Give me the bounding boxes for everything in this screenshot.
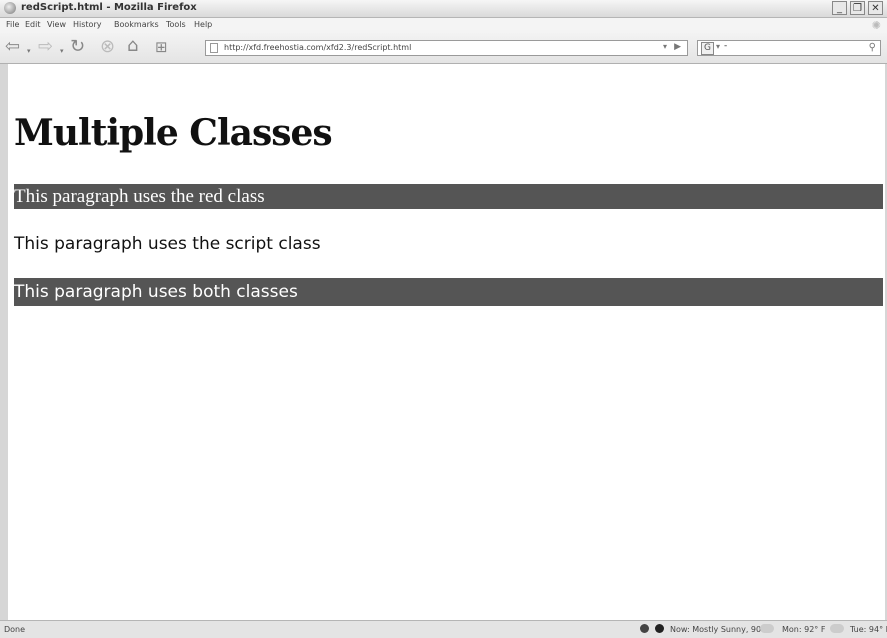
forward-icon[interactable]: ⇨ (38, 38, 53, 56)
menu-tools[interactable]: Tools (166, 20, 186, 29)
back-dropdown-icon[interactable]: ▾ (27, 47, 31, 55)
menu-edit[interactable]: Edit (25, 20, 41, 29)
search-engine-dropdown-icon[interactable]: ▾ (716, 42, 720, 51)
search-icon[interactable]: ⚲ (869, 42, 876, 53)
weather-mon: Mon: 92° F (782, 625, 826, 634)
navigation-toolbar: ⇦ ▾ ⇨ ▾ ↻ ⊗ ⌂ ⊞ http://xfd.freehostia.co… (0, 33, 887, 64)
address-bar[interactable]: http://xfd.freehostia.com/xfd2.3/redScri… (205, 40, 688, 56)
status-text: Done (4, 625, 26, 634)
paragraph-red: This paragraph uses the red class (14, 184, 883, 209)
paragraph-script: This paragraph uses the script class (14, 234, 321, 254)
maximize-button[interactable]: ❐ (850, 1, 865, 15)
back-icon[interactable]: ⇦ (5, 38, 20, 56)
search-engine-icon[interactable]: G (701, 42, 714, 55)
page-content: Multiple Classes This paragraph uses the… (8, 64, 885, 620)
new-tab-icon[interactable]: ⊞ (155, 38, 168, 56)
status-addon-icon[interactable] (640, 624, 649, 633)
weather-mon-icon (830, 624, 844, 633)
page-icon (210, 43, 218, 53)
search-bar[interactable]: G ▾ - ⚲ (697, 40, 881, 56)
weather-tue: Tue: 94° F (850, 625, 887, 634)
weather-now: Now: Mostly Sunny, 90° F (670, 625, 773, 634)
menu-help[interactable]: Help (194, 20, 212, 29)
forward-dropdown-icon[interactable]: ▾ (60, 47, 64, 55)
window-title: redScript.html - Mozilla Firefox (21, 2, 197, 13)
minimize-button[interactable]: _ (832, 1, 847, 15)
paragraph-both: This paragraph uses both classes (14, 278, 883, 306)
reload-icon[interactable]: ↻ (70, 38, 85, 56)
menu-file[interactable]: File (6, 20, 19, 29)
menu-view[interactable]: View (47, 20, 66, 29)
stop-icon[interactable]: ⊗ (100, 38, 115, 56)
url-dropdown-icon[interactable]: ▾ (663, 42, 667, 51)
url-text[interactable]: http://xfd.freehostia.com/xfd2.3/redScri… (224, 43, 411, 52)
menu-history[interactable]: History (73, 20, 101, 29)
menu-bar: File Edit View History Bookmarks Tools H… (0, 18, 887, 33)
go-icon[interactable]: ▶ (674, 42, 681, 52)
status-world-icon[interactable] (655, 624, 664, 633)
search-input[interactable]: - (724, 41, 727, 51)
menu-bookmarks[interactable]: Bookmarks (114, 20, 159, 29)
home-icon[interactable]: ⌂ (127, 37, 138, 55)
activity-throbber-icon: ✺ (871, 19, 881, 32)
close-button[interactable]: ✕ (868, 1, 883, 15)
firefox-logo-icon (4, 2, 16, 14)
weather-now-icon (760, 624, 774, 633)
window-titlebar: redScript.html - Mozilla Firefox _ ❐ ✕ (0, 0, 887, 18)
page-heading: Multiple Classes (14, 112, 333, 154)
status-bar: Done Now: Mostly Sunny, 90° F Mon: 92° F… (0, 620, 887, 638)
